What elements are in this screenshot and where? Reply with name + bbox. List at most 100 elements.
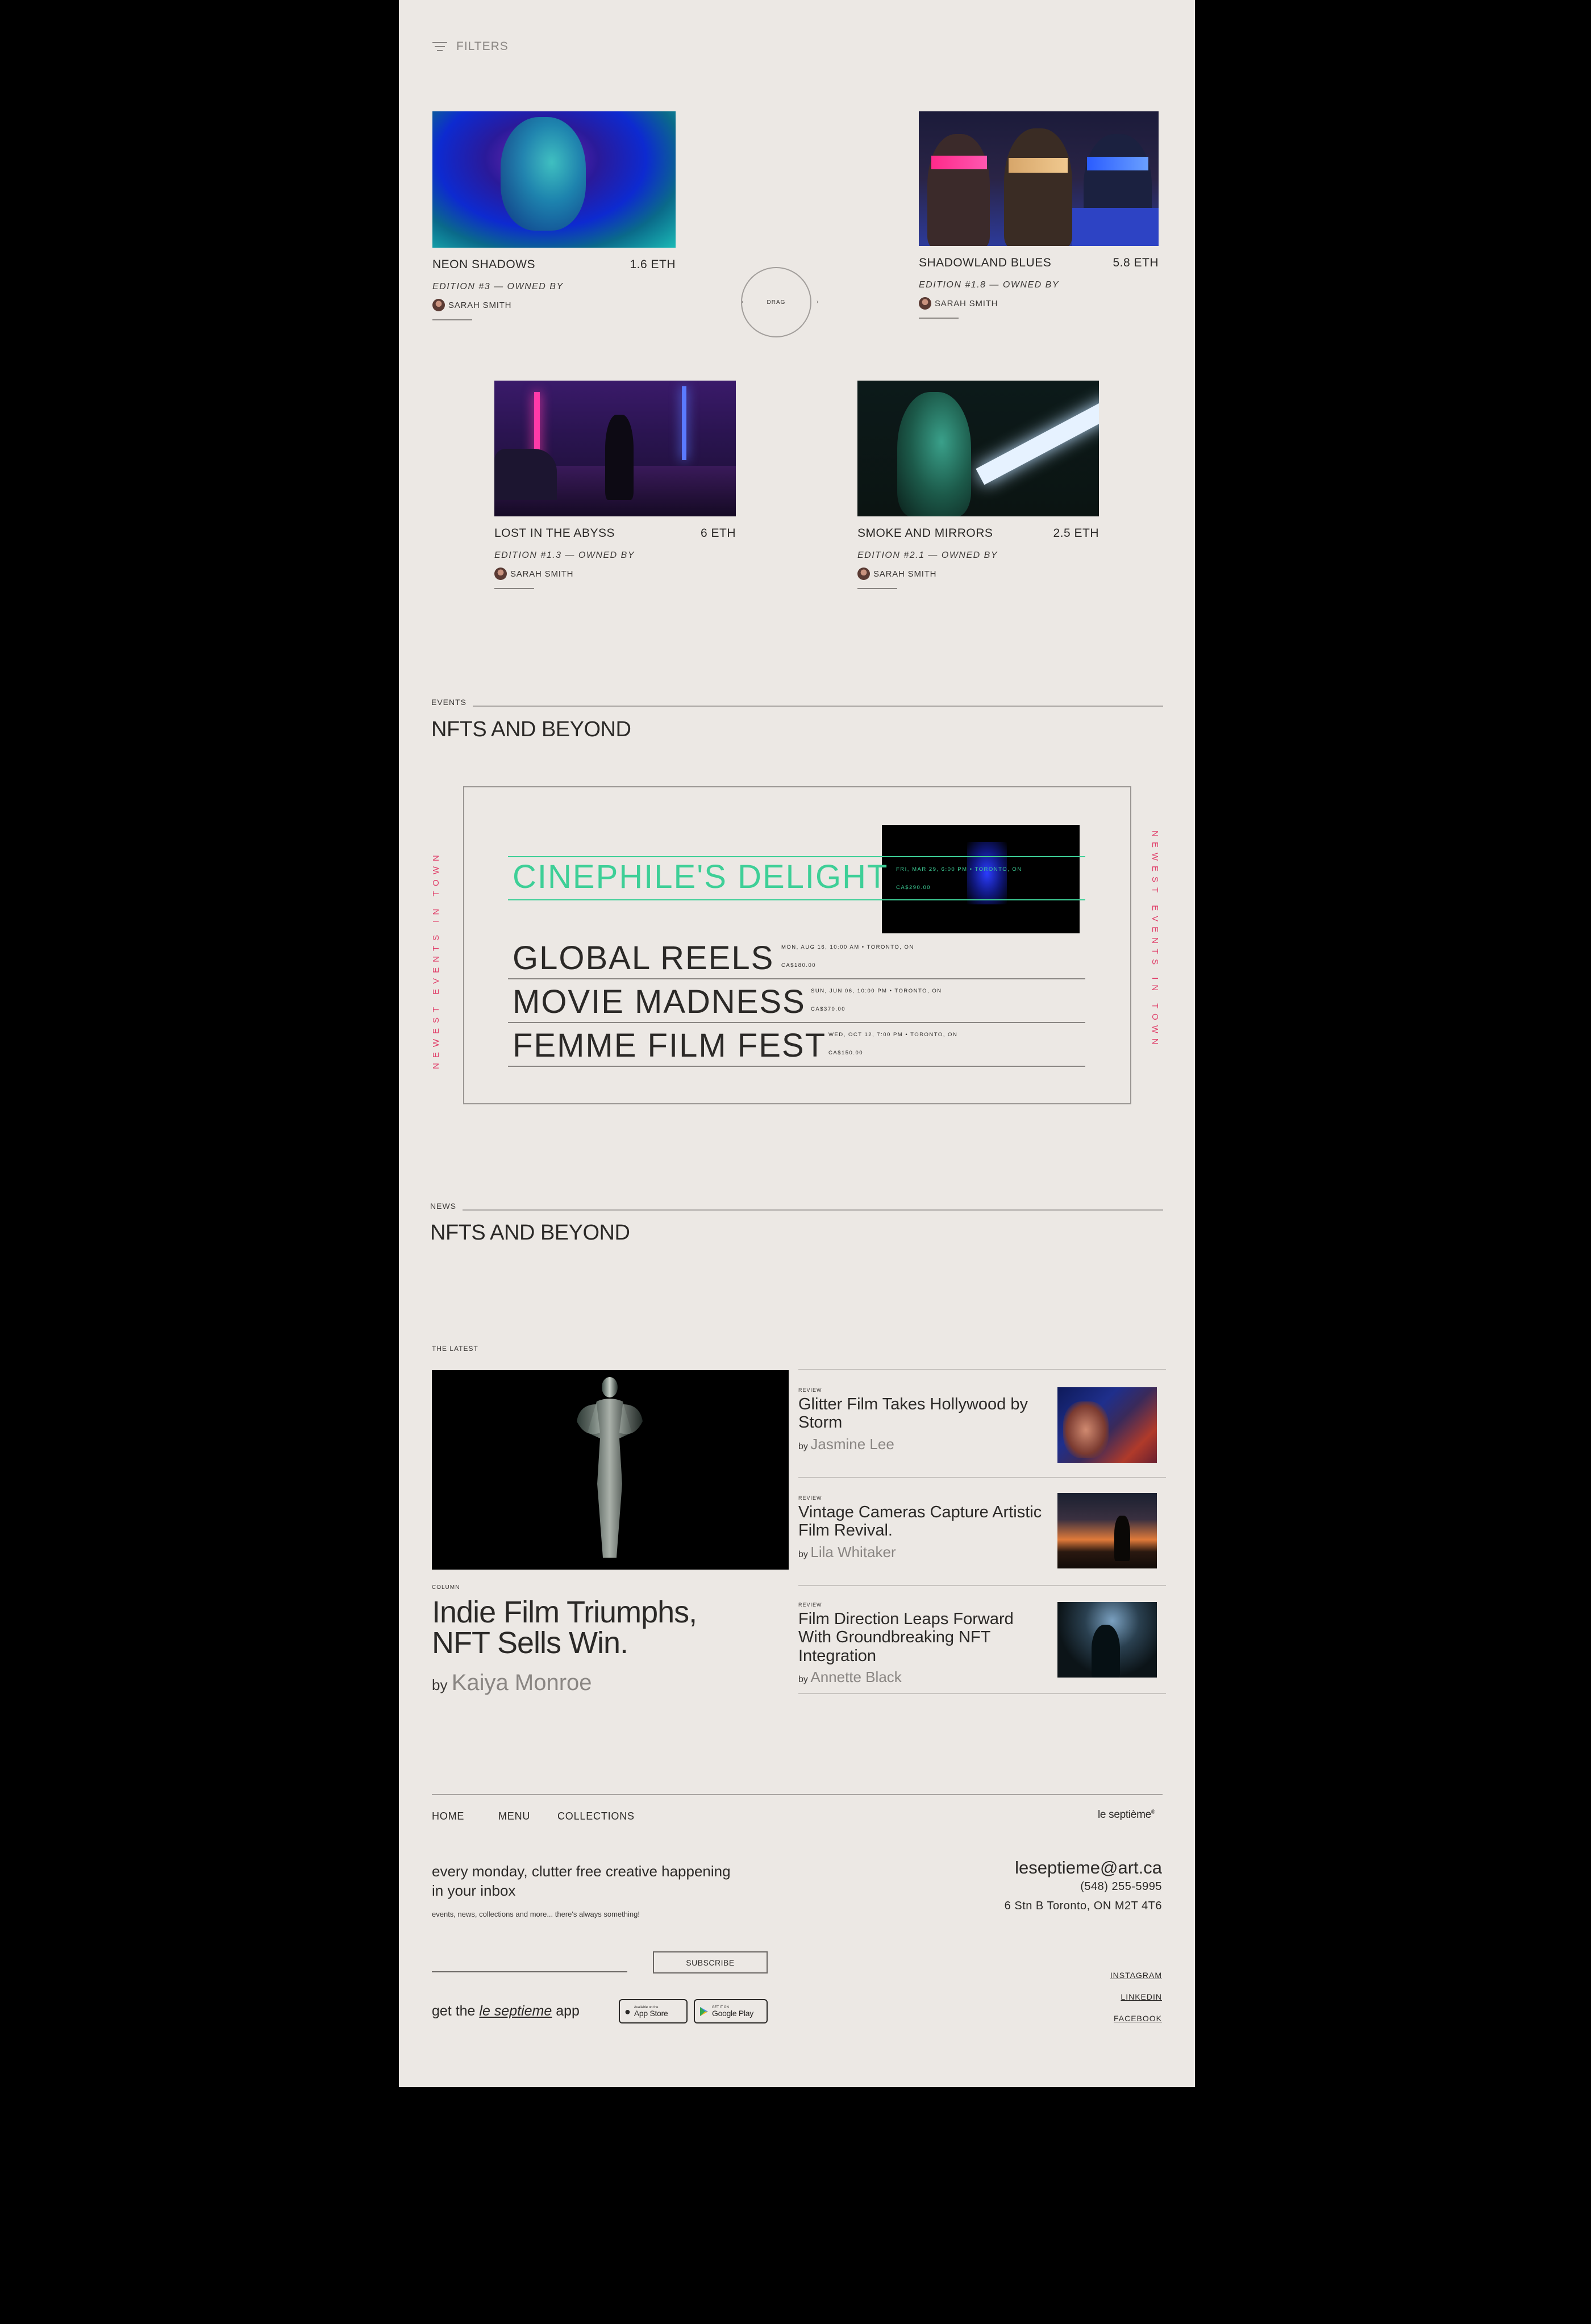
feature-image[interactable]	[432, 1370, 789, 1570]
footer-nav-menu[interactable]: MENU	[498, 1810, 530, 1822]
event-date: MON, AUG 16, 10:00 AM • TORONTO, ON	[781, 944, 914, 950]
nft-edition: EDITION #1.3 — OWNED BY	[494, 550, 635, 560]
app-name: le septieme	[479, 2003, 552, 2019]
divider	[798, 1585, 1166, 1586]
avatar	[432, 299, 445, 311]
news-list-item[interactable]: REVIEW Glitter Film Takes Hollywood by S…	[798, 1369, 1166, 1477]
page: FILTERS NEON SHADOWS 1.6 ETH EDITION #3 —…	[399, 0, 1195, 2087]
contact-email[interactable]: leseptieme@art.ca	[1015, 1858, 1162, 1878]
event-divider	[508, 899, 1085, 900]
owner-name[interactable]: SARAH SMITH	[510, 569, 573, 579]
filter-icon	[432, 42, 447, 51]
nft-image	[494, 381, 736, 516]
google-play-icon	[700, 2006, 708, 2016]
drag-handle[interactable]: DRAG	[741, 267, 811, 337]
nft-card[interactable]: SHADOWLAND BLUES 5.8 ETH EDITION #1.8 — O…	[919, 111, 1159, 319]
nft-price: 5.8 ETH	[1113, 256, 1159, 269]
get-app-suffix: app	[556, 2003, 580, 2019]
feature-headline[interactable]: Indie Film Triumphs, NFT Sells Win.	[432, 1597, 697, 1658]
news-title: Film Direction Leaps Forward With Ground…	[798, 1610, 1014, 1665]
news-list-item[interactable]: REVIEW Film Direction Leaps Forward With…	[798, 1585, 1166, 1694]
event-divider	[508, 978, 1085, 979]
event-title[interactable]: FEMME FILM FEST	[513, 1029, 826, 1062]
filters-label: FILTERS	[456, 40, 509, 53]
divider	[857, 588, 897, 589]
get-app-text: get the le septieme app	[432, 2003, 580, 2020]
news-thumbnail	[1057, 1387, 1157, 1463]
author-name[interactable]: Annette Black	[810, 1668, 901, 1685]
site-logo[interactable]: le septième®	[1098, 1809, 1155, 1821]
nft-card[interactable]: LOST IN THE ABYSS 6 ETH EDITION #1.3 — OW…	[494, 381, 736, 589]
filters-button[interactable]: FILTERS	[431, 40, 509, 53]
social-linkedin[interactable]: LINKEDIN	[1121, 1992, 1162, 2001]
section-label: NEWS	[430, 1201, 456, 1211]
nft-title: SHADOWLAND BLUES	[919, 256, 1052, 269]
news-title: Vintage Cameras Capture Artistic Film Re…	[798, 1503, 1042, 1540]
nft-price: 2.5 ETH	[1053, 527, 1099, 540]
feature-label: COLUMN	[432, 1584, 460, 1591]
event-date: WED, OCT 12, 7:00 PM • TORONTO, ON	[828, 1032, 958, 1038]
side-label: NEWEST EVENTS IN TOWN	[1150, 831, 1160, 1050]
author-name[interactable]: Jasmine Lee	[810, 1436, 894, 1453]
app-store-badge[interactable]: ● Available on the App Store	[619, 1999, 688, 2023]
byline-prefix: by	[798, 1675, 808, 1685]
section-divider	[463, 1209, 1163, 1211]
event-title[interactable]: CINEPHILE'S DELIGHT	[513, 861, 888, 894]
nft-edition: EDITION #1.8 — OWNED BY	[919, 280, 1059, 290]
contact-phone[interactable]: (548) 255-5995	[1080, 1880, 1162, 1893]
owner-name[interactable]: SARAH SMITH	[448, 301, 511, 310]
byline-prefix: by	[798, 1549, 808, 1559]
nft-image	[432, 111, 676, 248]
drag-label: DRAG	[767, 299, 786, 306]
app-store-label: App Store	[634, 2008, 668, 2018]
google-play-badge[interactable]: GET IT ON Google Play	[694, 1999, 768, 2023]
nft-card[interactable]: NEON SHADOWS 1.6 ETH EDITION #3 — OWNED B…	[432, 111, 676, 320]
owner-name[interactable]: SARAH SMITH	[935, 299, 998, 308]
event-price: CA$150.00	[828, 1050, 864, 1056]
event-price: CA$180.00	[781, 962, 817, 969]
feature-headline-line1: Indie Film Triumphs,	[432, 1595, 697, 1629]
side-label: NEWEST EVENTS IN TOWN	[431, 850, 441, 1069]
section-divider	[473, 706, 1163, 707]
social-facebook[interactable]: FACEBOOK	[1114, 2014, 1162, 2023]
footer-nav-collections[interactable]: COLLECTIONS	[557, 1810, 635, 1822]
statue-illustration	[577, 1377, 643, 1558]
subscribe-button[interactable]: SUBSCRIBE	[653, 1951, 768, 1973]
event-preview-image	[882, 825, 1080, 933]
divider	[798, 1477, 1166, 1478]
event-date: SUN, JUN 06, 10:00 PM • TORONTO, ON	[811, 988, 942, 994]
newsletter-heading: every monday, clutter free creative happ…	[432, 1862, 773, 1901]
section-title: NFTS AND BEYOND	[431, 717, 631, 741]
news-thumbnail	[1057, 1493, 1157, 1568]
byline-prefix: by	[798, 1441, 808, 1451]
owner-name[interactable]: SARAH SMITH	[873, 569, 936, 579]
newsletter-line1: every monday, clutter free creative happ…	[432, 1863, 731, 1880]
nft-title: NEON SHADOWS	[432, 258, 536, 271]
event-title[interactable]: GLOBAL REELS	[513, 942, 774, 975]
author-name[interactable]: Lila Whitaker	[810, 1543, 896, 1561]
divider	[494, 588, 534, 589]
logo-text: le septième	[1098, 1809, 1151, 1821]
get-app-prefix: get the	[432, 2003, 476, 2019]
footer-nav-home[interactable]: HOME	[432, 1810, 464, 1822]
email-input[interactable]	[432, 1971, 627, 1972]
latest-label: THE LATEST	[432, 1345, 478, 1353]
event-date: FRI, MAR 29, 6:00 PM • TORONTO, ON	[896, 866, 1022, 873]
news-list-item[interactable]: REVIEW Vintage Cameras Capture Artistic …	[798, 1477, 1166, 1585]
feature-headline-line2: NFT Sells Win.	[432, 1626, 628, 1660]
nft-card[interactable]: SMOKE AND MIRRORS 2.5 ETH EDITION #2.1 — …	[857, 381, 1099, 589]
author-name[interactable]: Kaiya Monroe	[452, 1670, 592, 1695]
avatar	[857, 568, 870, 580]
event-divider	[508, 856, 1085, 857]
event-price: CA$370.00	[811, 1006, 846, 1012]
google-play-label: Google Play	[712, 2008, 753, 2018]
event-title[interactable]: MOVIE MADNESS	[513, 986, 806, 1019]
divider	[798, 1693, 1166, 1694]
social-instagram[interactable]: INSTAGRAM	[1110, 1971, 1162, 1980]
nft-edition: EDITION #2.1 — OWNED BY	[857, 550, 998, 560]
contact-address: 6 Stn B Toronto, ON M2T 4T6	[1004, 1900, 1162, 1912]
nft-image	[857, 381, 1099, 516]
nft-image	[919, 111, 1159, 246]
newsletter-subtext: events, news, collections and more... th…	[432, 1910, 640, 1918]
nft-edition: EDITION #3 — OWNED BY	[432, 282, 564, 291]
